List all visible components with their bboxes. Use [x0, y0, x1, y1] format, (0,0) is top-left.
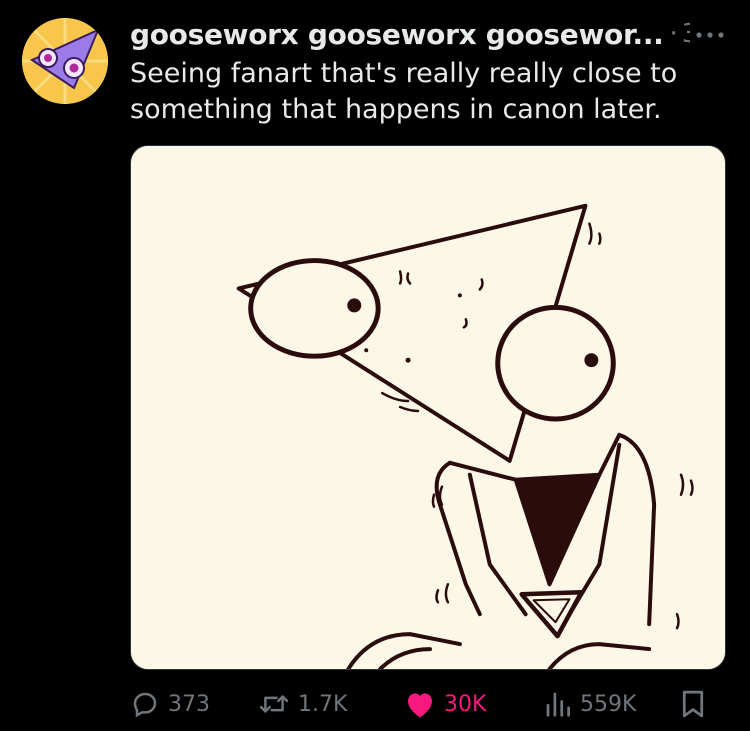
more-icon — [696, 32, 724, 38]
views-icon — [546, 692, 570, 717]
display-name[interactable]: gooseworx gooseworx goosewor... — [130, 18, 664, 51]
views-count: 559K — [580, 691, 637, 717]
more-button[interactable] — [690, 20, 730, 50]
like-button[interactable]: 30K — [404, 684, 486, 724]
reply-count: 373 — [168, 691, 210, 717]
action-bar: 373 1.7K 30K 559K — [130, 684, 720, 724]
reply-icon — [133, 692, 157, 718]
post-text: Seeing fanart that's really really close… — [130, 58, 678, 125]
bookmark-button[interactable] — [680, 684, 706, 724]
reply-button[interactable]: 373 — [130, 684, 210, 724]
repost-count: 1.7K — [298, 691, 348, 717]
bookmark-icon — [682, 690, 704, 718]
fanart-illustration — [131, 146, 725, 669]
post-image[interactable] — [130, 145, 726, 670]
avatar[interactable] — [22, 18, 108, 104]
repost-icon — [259, 695, 289, 713]
timestamp[interactable]: 3h — [682, 19, 690, 49]
like-count: 30K — [444, 691, 487, 717]
post-header: gooseworx gooseworx goosewor... · 3h — [130, 14, 690, 54]
separator-dot: · — [669, 19, 678, 49]
repost-button[interactable]: 1.7K — [258, 684, 347, 724]
avatar-image — [22, 18, 108, 104]
views-button[interactable]: 559K — [544, 684, 636, 724]
heart-icon — [408, 693, 432, 718]
